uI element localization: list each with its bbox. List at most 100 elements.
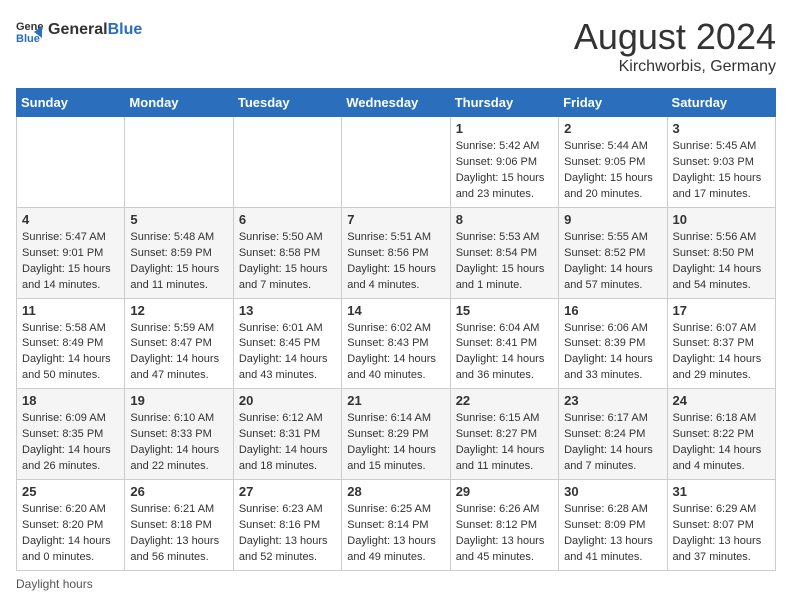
calendar-day-cell: 13Sunrise: 6:01 AMSunset: 8:45 PMDayligh… xyxy=(233,298,341,389)
day-info: Sunrise: 6:09 AMSunset: 8:35 PMDaylight:… xyxy=(22,411,119,475)
calendar-week-row: 11 Sunrise: 5:58 AMSunset: 8:49 PMDayligh… xyxy=(17,298,776,389)
calendar-day-cell: 26Sunrise: 6:21 AMSunset: 8:18 PMDayligh… xyxy=(125,480,233,571)
day-info: Sunrise: 6:02 AMSunset: 8:43 PMDaylight:… xyxy=(347,321,444,385)
calendar-day-cell xyxy=(17,117,125,208)
day-info: Sunrise: 5:48 AMSunset: 8:59 PMDaylight:… xyxy=(130,230,227,294)
calendar-day-cell: 15 Sunrise: 6:04 AMSunset: 8:41 PMDayligh… xyxy=(450,298,558,389)
day-number: 10 xyxy=(673,212,770,227)
calendar-day-cell xyxy=(342,117,450,208)
calendar-day-cell: 3Sunrise: 5:45 AMSunset: 9:03 PMDaylight… xyxy=(667,117,775,208)
day-info: Sunrise: 6:07 AMSunset: 8:37 PMDaylight:… xyxy=(673,321,770,385)
day-info: Sunrise: 6:10 AMSunset: 8:33 PMDaylight:… xyxy=(130,411,227,475)
day-number: 28 xyxy=(347,484,444,499)
day-info: Sunrise: 6:23 AMSunset: 8:16 PMDaylight:… xyxy=(239,502,336,566)
day-number: 27 xyxy=(239,484,336,499)
calendar-day-cell: 1 Sunrise: 5:42 AMSunset: 9:06 PMDaylight… xyxy=(450,117,558,208)
logo-icon: General Blue xyxy=(16,16,44,44)
day-info: Sunrise: 6:18 AMSunset: 8:22 PMDaylight:… xyxy=(673,411,770,475)
day-info: Sunrise: 6:06 AMSunset: 8:39 PMDaylight:… xyxy=(564,321,661,385)
day-info: Sunrise: 5:59 AMSunset: 8:47 PMDaylight:… xyxy=(130,321,227,385)
day-number: 21 xyxy=(347,393,444,408)
calendar-day-cell: 4Sunrise: 5:47 AMSunset: 9:01 PMDaylight… xyxy=(17,207,125,298)
calendar-day-cell: 25 Sunrise: 6:20 AMSunset: 8:20 PMDayligh… xyxy=(17,480,125,571)
calendar-day-cell: 24Sunrise: 6:18 AMSunset: 8:22 PMDayligh… xyxy=(667,389,775,480)
day-info: Sunrise: 6:14 AMSunset: 8:29 PMDaylight:… xyxy=(347,411,444,475)
page-header: General Blue GeneralBlue August 2024 Kir… xyxy=(16,16,776,76)
calendar-day-cell: 14Sunrise: 6:02 AMSunset: 8:43 PMDayligh… xyxy=(342,298,450,389)
day-info: Sunrise: 5:58 AMSunset: 8:49 PMDaylight:… xyxy=(22,321,119,385)
calendar-day-header: Thursday xyxy=(450,89,558,117)
day-info: Sunrise: 6:12 AMSunset: 8:31 PMDaylight:… xyxy=(239,411,336,475)
day-info: Sunrise: 5:51 AMSunset: 8:56 PMDaylight:… xyxy=(347,230,444,294)
calendar-day-header: Wednesday xyxy=(342,89,450,117)
day-number: 15 xyxy=(456,303,553,318)
day-number: 30 xyxy=(564,484,661,499)
calendar-day-cell: 21 Sunrise: 6:14 AMSunset: 8:29 PMDayligh… xyxy=(342,389,450,480)
calendar-day-cell: 6 Sunrise: 5:50 AMSunset: 8:58 PMDaylight… xyxy=(233,207,341,298)
day-info: Sunrise: 6:15 AMSunset: 8:27 PMDaylight:… xyxy=(456,411,553,475)
day-info: Sunrise: 6:26 AMSunset: 8:12 PMDaylight:… xyxy=(456,502,553,566)
day-info: Sunrise: 6:20 AMSunset: 8:20 PMDaylight:… xyxy=(22,502,119,566)
calendar-day-header: Sunday xyxy=(17,89,125,117)
day-number: 8 xyxy=(456,212,553,227)
calendar-day-header: Friday xyxy=(559,89,667,117)
calendar-day-cell: 23 Sunrise: 6:17 AMSunset: 8:24 PMDayligh… xyxy=(559,389,667,480)
subtitle: Kirchworbis, Germany xyxy=(574,58,776,76)
calendar-day-cell: 30 Sunrise: 6:28 AMSunset: 8:09 PMDayligh… xyxy=(559,480,667,571)
day-number: 12 xyxy=(130,303,227,318)
day-number: 1 xyxy=(456,121,553,136)
day-info: Sunrise: 6:01 AMSunset: 8:45 PMDaylight:… xyxy=(239,321,336,385)
calendar-day-cell: 7Sunrise: 5:51 AMSunset: 8:56 PMDaylight… xyxy=(342,207,450,298)
calendar-day-cell: 20 Sunrise: 6:12 AMSunset: 8:31 PMDayligh… xyxy=(233,389,341,480)
day-number: 23 xyxy=(564,393,661,408)
day-number: 19 xyxy=(130,393,227,408)
day-info: Sunrise: 6:28 AMSunset: 8:09 PMDaylight:… xyxy=(564,502,661,566)
calendar-day-cell: 12 Sunrise: 5:59 AMSunset: 8:47 PMDayligh… xyxy=(125,298,233,389)
calendar-day-cell: 11 Sunrise: 5:58 AMSunset: 8:49 PMDayligh… xyxy=(17,298,125,389)
calendar-day-cell: 28 Sunrise: 6:25 AMSunset: 8:14 PMDayligh… xyxy=(342,480,450,571)
day-number: 6 xyxy=(239,212,336,227)
logo-general: General xyxy=(48,21,108,38)
day-number: 2 xyxy=(564,121,661,136)
logo-blue: Blue xyxy=(108,21,143,38)
calendar-day-header: Tuesday xyxy=(233,89,341,117)
calendar-day-cell: 16 Sunrise: 6:06 AMSunset: 8:39 PMDayligh… xyxy=(559,298,667,389)
calendar-week-row: 25 Sunrise: 6:20 AMSunset: 8:20 PMDayligh… xyxy=(17,480,776,571)
day-number: 29 xyxy=(456,484,553,499)
calendar-day-cell: 18 Sunrise: 6:09 AMSunset: 8:35 PMDayligh… xyxy=(17,389,125,480)
title-area: August 2024 Kirchworbis, Germany xyxy=(574,16,776,76)
day-number: 26 xyxy=(130,484,227,499)
calendar-day-header: Saturday xyxy=(667,89,775,117)
day-info: Sunrise: 6:04 AMSunset: 8:41 PMDaylight:… xyxy=(456,321,553,385)
calendar-header-row: SundayMondayTuesdayWednesdayThursdayFrid… xyxy=(17,89,776,117)
day-info: Sunrise: 6:25 AMSunset: 8:14 PMDaylight:… xyxy=(347,502,444,566)
calendar-week-row: 1 Sunrise: 5:42 AMSunset: 9:06 PMDaylight… xyxy=(17,117,776,208)
calendar-day-cell: 8 Sunrise: 5:53 AMSunset: 8:54 PMDaylight… xyxy=(450,207,558,298)
day-info: Sunrise: 6:29 AMSunset: 8:07 PMDaylight:… xyxy=(673,502,770,566)
calendar-week-row: 4Sunrise: 5:47 AMSunset: 9:01 PMDaylight… xyxy=(17,207,776,298)
calendar-day-cell: 2Sunrise: 5:44 AMSunset: 9:05 PMDaylight… xyxy=(559,117,667,208)
day-number: 17 xyxy=(673,303,770,318)
day-number: 25 xyxy=(22,484,119,499)
svg-text:Blue: Blue xyxy=(16,33,40,44)
day-number: 9 xyxy=(564,212,661,227)
day-info: Sunrise: 6:17 AMSunset: 8:24 PMDaylight:… xyxy=(564,411,661,475)
calendar-week-row: 18 Sunrise: 6:09 AMSunset: 8:35 PMDayligh… xyxy=(17,389,776,480)
calendar-day-cell: 31 Sunrise: 6:29 AMSunset: 8:07 PMDayligh… xyxy=(667,480,775,571)
day-number: 3 xyxy=(673,121,770,136)
main-title: August 2024 xyxy=(574,16,776,58)
day-info: Sunrise: 5:55 AMSunset: 8:52 PMDaylight:… xyxy=(564,230,661,294)
calendar-day-cell: 10Sunrise: 5:56 AMSunset: 8:50 PMDayligh… xyxy=(667,207,775,298)
day-info: Sunrise: 5:53 AMSunset: 8:54 PMDaylight:… xyxy=(456,230,553,294)
calendar-day-cell: 22 Sunrise: 6:15 AMSunset: 8:27 PMDayligh… xyxy=(450,389,558,480)
day-number: 11 xyxy=(22,303,119,318)
day-number: 31 xyxy=(673,484,770,499)
footer-note: Daylight hours xyxy=(16,577,776,591)
day-info: Sunrise: 5:50 AMSunset: 8:58 PMDaylight:… xyxy=(239,230,336,294)
day-number: 18 xyxy=(22,393,119,408)
day-number: 22 xyxy=(456,393,553,408)
day-number: 20 xyxy=(239,393,336,408)
day-number: 16 xyxy=(564,303,661,318)
day-info: Sunrise: 5:42 AMSunset: 9:06 PMDaylight:… xyxy=(456,139,553,203)
calendar-day-cell: 17 Sunrise: 6:07 AMSunset: 8:37 PMDayligh… xyxy=(667,298,775,389)
